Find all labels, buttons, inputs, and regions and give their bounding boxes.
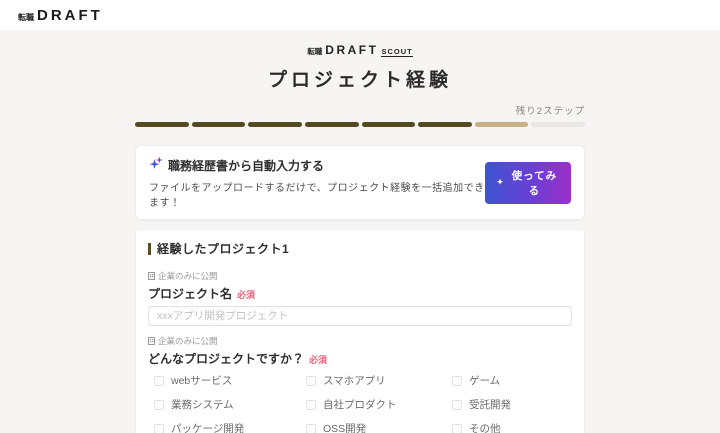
checkbox[interactable] (306, 400, 316, 410)
progress-segment (248, 122, 302, 127)
field-project-type: 企業のみに公開 どんなプロジェクトですか？ 必須 webサービス スマホアプリ … (148, 335, 572, 433)
section-title: 経験したプロジェクト1 (157, 240, 289, 257)
visibility-note-label: 企業のみに公開 (158, 335, 218, 347)
try-autofill-button-label: 使ってみる (509, 168, 560, 198)
steps-remaining-label: 残り2ステップ (135, 103, 585, 117)
site-logo-kanji: 転職 (18, 12, 34, 23)
progress-segment (305, 122, 359, 127)
project-type-option-contract-dev[interactable]: 受託開発 (452, 397, 572, 412)
autofill-banner: 職務経歴書から自動入力する ファイルをアップロードするだけで、プロジェクト経験を… (135, 145, 585, 220)
hero-section: 転職 DRAFT SCOUT プロジェクト経験 (135, 30, 585, 92)
project-type-option-other[interactable]: その他 (452, 421, 572, 433)
required-badge: 必須 (309, 353, 327, 366)
project-type-label: どんなプロジェクトですか？ (148, 350, 304, 367)
project-name-label: プロジェクト名 (148, 285, 232, 302)
progress-segment-current (475, 122, 529, 127)
try-autofill-button[interactable]: ✦ 使ってみる (485, 162, 571, 204)
scout-logo: 転職 DRAFT SCOUT (307, 43, 412, 57)
section-heading: 経験したプロジェクト1 (148, 240, 572, 257)
project-type-options: webサービス スマホアプリ ゲーム 業務システム 自社プロダクト (148, 373, 572, 433)
project-form-panel: 経験したプロジェクト1 企業のみに公開 プロジェクト名 必須 (135, 229, 585, 433)
progress-segment-todo (531, 122, 585, 127)
project-type-option-business-system[interactable]: 業務システム (154, 397, 306, 412)
project-type-option-inhouse-product[interactable]: 自社プロダクト (306, 397, 452, 412)
progress-segment (362, 122, 416, 127)
building-icon (148, 272, 155, 280)
checkbox[interactable] (306, 424, 316, 433)
progress-segment (192, 122, 246, 127)
checkbox[interactable] (452, 400, 462, 410)
checkbox[interactable] (452, 376, 462, 386)
top-bar: 転職 DRAFT (0, 0, 720, 30)
scout-logo-text: DRAFT (325, 43, 378, 57)
field-project-name: 企業のみに公開 プロジェクト名 必須 (148, 270, 572, 326)
visibility-note: 企業のみに公開 (148, 335, 572, 347)
checkbox[interactable] (154, 424, 164, 433)
progress-segment (135, 122, 189, 127)
visibility-note-label: 企業のみに公開 (158, 270, 218, 282)
site-logo[interactable]: 転職 DRAFT (18, 7, 103, 24)
progress-segment (418, 122, 472, 127)
scout-logo-kanji: 転職 (307, 46, 322, 57)
project-type-option-web-service[interactable]: webサービス (154, 373, 306, 388)
sparkle-icon: ✦ (496, 178, 505, 187)
required-badge: 必須 (237, 288, 255, 301)
project-name-input[interactable] (148, 306, 572, 326)
sparkle-icon (149, 156, 163, 175)
checkbox[interactable] (154, 376, 164, 386)
autofill-title: 職務経歴書から自動入力する (168, 157, 324, 174)
scout-logo-suffix: SCOUT (381, 47, 412, 57)
building-icon (148, 337, 155, 345)
page-title: プロジェクト経験 (135, 65, 585, 92)
project-type-option-smartphone-app[interactable]: スマホアプリ (306, 373, 452, 388)
checkbox[interactable] (306, 376, 316, 386)
visibility-note: 企業のみに公開 (148, 270, 572, 282)
checkbox[interactable] (452, 424, 462, 433)
project-type-option-oss-dev[interactable]: OSS開発 (306, 421, 452, 433)
project-type-option-game[interactable]: ゲーム (452, 373, 572, 388)
checkbox[interactable] (154, 400, 164, 410)
site-logo-text: DRAFT (37, 7, 103, 24)
progress-bar (135, 122, 585, 127)
autofill-description: ファイルをアップロードするだけで、プロジェクト経験を一括追加できます！ (149, 179, 485, 209)
section-heading-bar (148, 243, 151, 255)
project-type-option-package-dev[interactable]: パッケージ開発 (154, 421, 306, 433)
